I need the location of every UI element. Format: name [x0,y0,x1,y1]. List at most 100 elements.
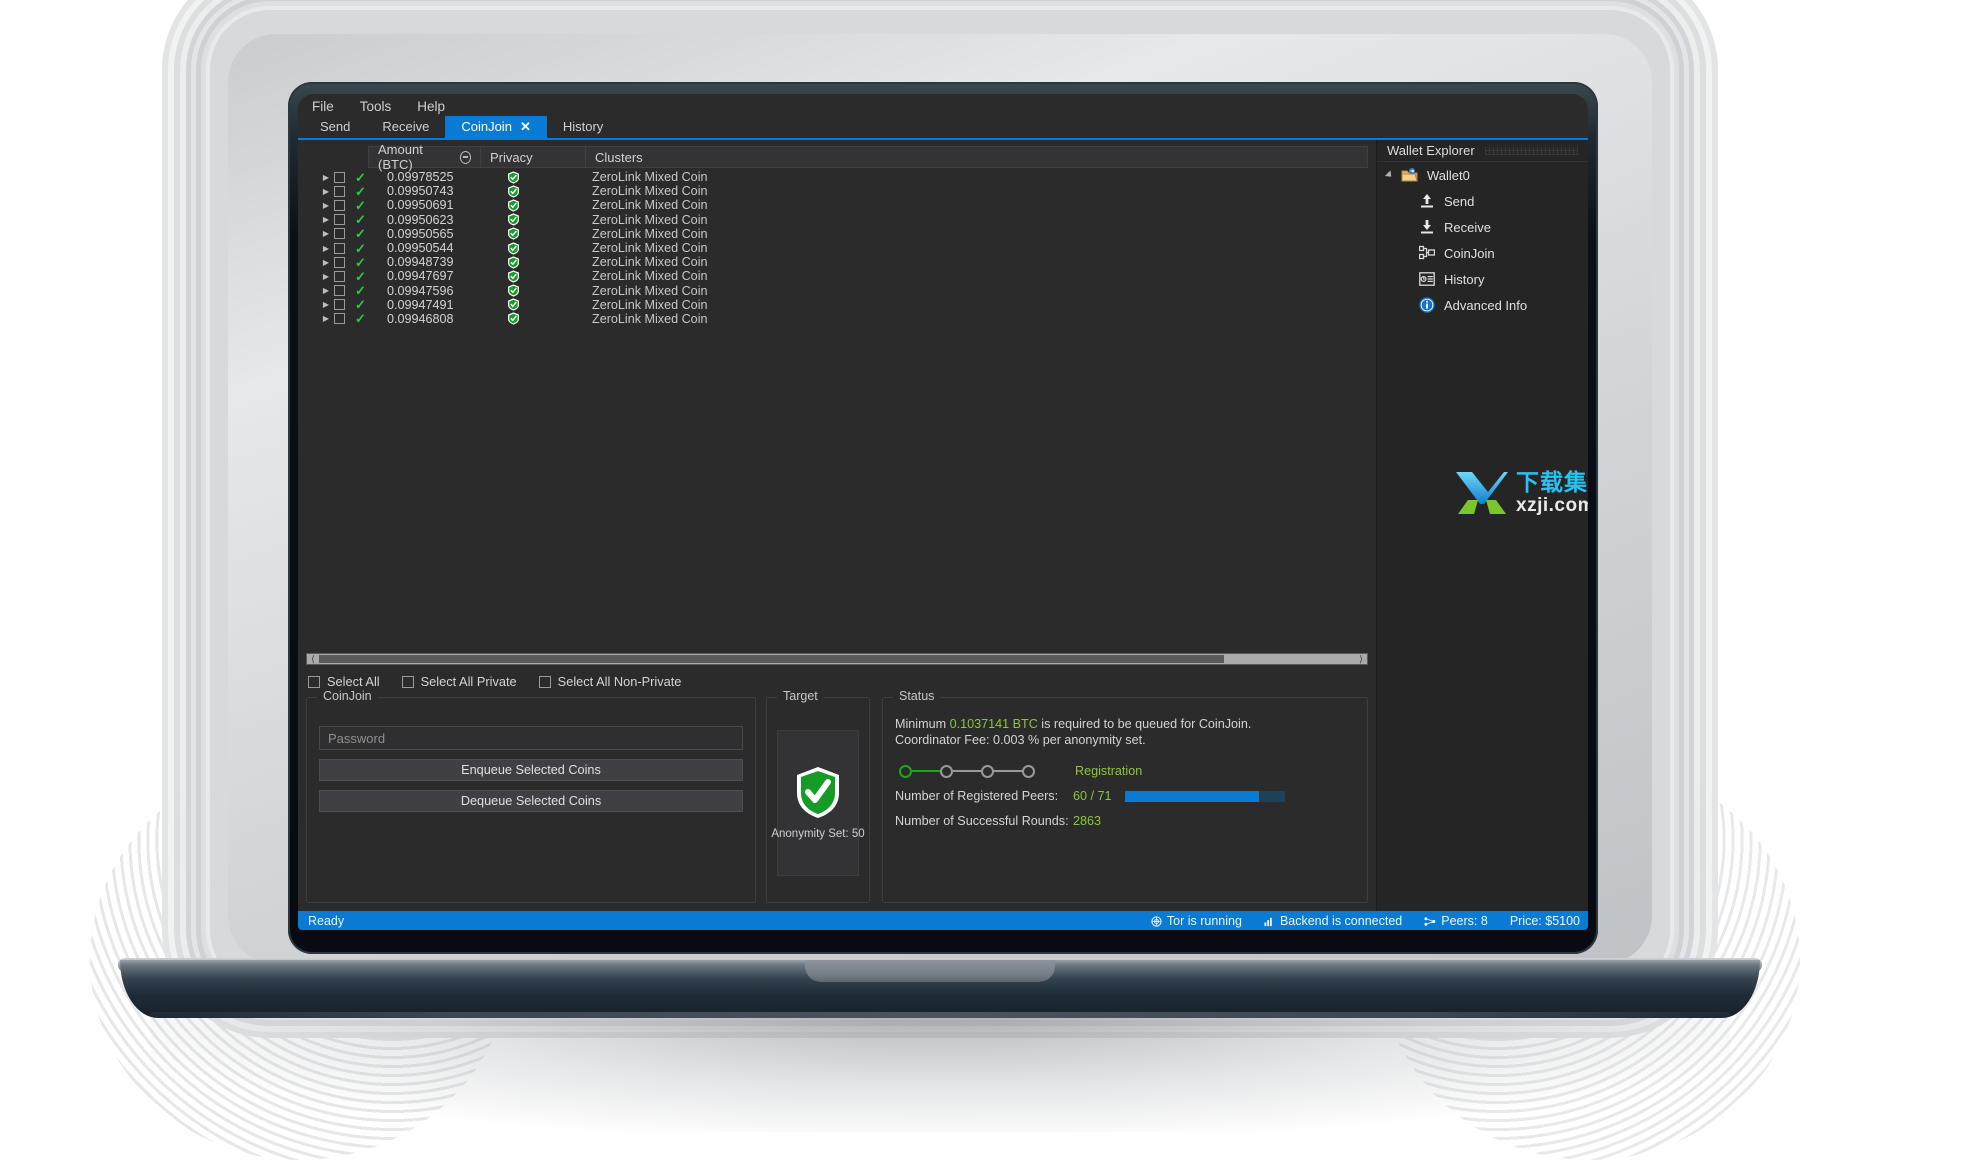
drag-handle-dots[interactable] [1484,146,1578,155]
close-icon[interactable]: ✕ [520,118,531,135]
row-checkbox[interactable] [334,299,345,311]
column-header-clusters-label: Clusters [595,149,643,165]
select-all-private-checkbox-group[interactable]: Select All Private [401,674,517,689]
row-checkbox[interactable] [334,185,345,197]
confirmed-check-icon: ✓ [355,169,366,185]
row-expand-icon[interactable]: ▶ [318,244,334,253]
row-privacy [487,213,592,226]
sidebar-item-advanced-info[interactable]: Advanced Info [1377,292,1588,318]
bottom-panels: CoinJoin Password Enqueue Selected Coins… [298,689,1376,911]
sidebar-item-receive[interactable]: Receive [1377,214,1588,240]
row-expand-icon[interactable]: ▶ [318,215,334,224]
enqueue-selected-coins-button[interactable]: Enqueue Selected Coins [319,759,743,781]
select-all-checkbox-group[interactable]: Select All [308,674,380,689]
menu-item-help[interactable]: Help [417,99,445,114]
row-expand-icon[interactable]: ▶ [318,272,334,281]
coin-table: Amount (BTC) Privacy Clusters ▶ ✓ 0.099785… [298,140,1588,649]
table-row[interactable]: ▶ ✓ 0.09950544 ZeroLink Mixed Coin [306,241,1368,255]
row-checkbox[interactable] [334,214,345,226]
row-checkbox[interactable] [334,285,345,297]
status-bar-peers[interactable]: Peers: 8 [1424,914,1488,928]
table-row[interactable]: ▶ ✓ 0.09947596 ZeroLink Mixed Coin [306,284,1368,298]
row-privacy [487,199,592,212]
sidebar-item-coinjoin[interactable]: CoinJoin [1377,240,1588,266]
row-cluster: ZeroLink Mixed Coin [592,283,708,298]
row-expand-icon[interactable]: ▶ [318,286,334,295]
table-row[interactable]: ▶ ✓ 0.09950743 ZeroLink Mixed Coin [306,184,1368,198]
app-window: File Tools Help Send Receive CoinJoin ✕ … [298,94,1588,930]
row-checkbox[interactable] [334,228,345,240]
horizontal-scrollbar[interactable]: ⟨ ⟩ [306,653,1368,665]
row-checkbox[interactable] [334,242,345,254]
row-checkbox[interactable] [334,171,345,183]
row-privacy [487,227,592,240]
status-bar-tor[interactable]: Tor is running [1151,914,1242,928]
select-all-private-checkbox[interactable] [401,675,414,688]
table-row[interactable]: ▶ ✓ 0.09978525 ZeroLink Mixed Coin [306,170,1368,184]
select-all-checkbox[interactable] [308,675,320,688]
circle-minus-icon[interactable] [459,150,471,164]
row-expand-icon[interactable]: ▶ [318,258,334,267]
table-row[interactable]: ▶ ✓ 0.09946808 ZeroLink Mixed Coin [306,312,1368,326]
row-checkbox[interactable] [334,270,345,282]
menu-item-file[interactable]: File [312,99,334,114]
row-cluster: ZeroLink Mixed Coin [592,198,708,213]
table-row[interactable]: ▶ ✓ 0.09950565 ZeroLink Mixed Coin [306,227,1368,241]
scroll-left-icon[interactable]: ⟨ [307,654,319,665]
table-row[interactable]: ▶ ✓ 0.09947697 ZeroLink Mixed Coin [306,269,1368,283]
row-expand-icon[interactable]: ▶ [318,229,334,238]
menu-item-tools[interactable]: Tools [360,99,392,114]
green-shield-check-icon [508,213,519,226]
table-row[interactable]: ▶ ✓ 0.09950691 ZeroLink Mixed Coin [306,198,1368,212]
table-row[interactable]: ▶ ✓ 0.09947491 ZeroLink Mixed Coin [306,298,1368,312]
successful-rounds-row: Number of Successful Rounds: 2863 [895,814,1355,828]
confirmed-check-icon: ✓ [355,297,366,313]
sidebar-item-send[interactable]: Send [1377,188,1588,214]
row-expand-icon[interactable]: ▶ [318,187,334,196]
history-list-icon [1419,272,1435,286]
phase-dot-2 [940,764,953,778]
confirmed-check-icon: ✓ [355,226,366,242]
column-header-amount[interactable]: Amount (BTC) [368,142,480,172]
anonymity-set-label: Anonymity Set: 50 [771,828,865,840]
row-cluster: ZeroLink Mixed Coin [592,255,708,270]
window-body: Amount (BTC) Privacy Clusters ▶ ✓ 0.099785… [298,140,1588,911]
coinjoin-main-panel: Amount (BTC) Privacy Clusters ▶ ✓ 0.099785… [298,140,1588,911]
wallet-explorer-title: Wallet Explorer [1387,143,1475,158]
sidebar-item-history[interactable]: History [1377,266,1588,292]
row-checkbox[interactable] [334,199,345,211]
row-expand-icon[interactable]: ▶ [318,314,334,323]
column-header-privacy[interactable]: Privacy [480,146,585,168]
table-row[interactable]: ▶ ✓ 0.09950623 ZeroLink Mixed Coin [306,213,1368,227]
row-checkbox[interactable] [334,256,345,268]
table-row[interactable]: ▶ ✓ 0.09948739 ZeroLink Mixed Coin [306,255,1368,269]
row-privacy [487,312,592,326]
tab-coinjoin[interactable]: CoinJoin ✕ [445,116,547,138]
password-input[interactable]: Password [319,726,743,750]
row-expand-icon[interactable]: ▶ [318,300,334,309]
row-cluster: ZeroLink Mixed Coin [592,311,708,326]
screenshot-stage: File Tools Help Send Receive CoinJoin ✕ … [0,0,1962,1172]
tab-receive[interactable]: Receive [366,116,445,138]
select-all-non-private-checkbox-group[interactable]: Select All Non-Private [538,674,681,689]
row-expand-icon[interactable]: ▶ [318,173,334,182]
scroll-right-icon[interactable]: ⟩ [1355,654,1367,665]
dequeue-selected-coins-button[interactable]: Dequeue Selected Coins [319,790,743,812]
tab-history[interactable]: History [547,116,619,138]
row-cluster: ZeroLink Mixed Coin [592,170,708,185]
column-header-clusters[interactable]: Clusters [585,146,1368,168]
select-all-non-private-checkbox[interactable] [538,675,551,688]
row-amount: 0.09947596 [387,283,454,298]
row-amount: 0.09950623 [387,212,454,227]
row-expand-icon[interactable]: ▶ [318,201,334,210]
status-bar-backend[interactable]: Backend is connected [1264,914,1402,928]
sidebar-item-advanced-info-label: Advanced Info [1444,297,1528,313]
tab-send[interactable]: Send [304,116,366,138]
green-shield-check-icon [508,227,519,240]
row-amount: 0.09948739 [387,255,454,270]
row-checkbox[interactable] [334,313,345,325]
wallet-explorer-root[interactable]: Wallet0 [1377,162,1588,188]
confirmed-check-icon: ✓ [355,283,366,299]
chevron-down-icon[interactable] [1384,170,1395,180]
scrollbar-thumb[interactable] [319,655,1224,663]
